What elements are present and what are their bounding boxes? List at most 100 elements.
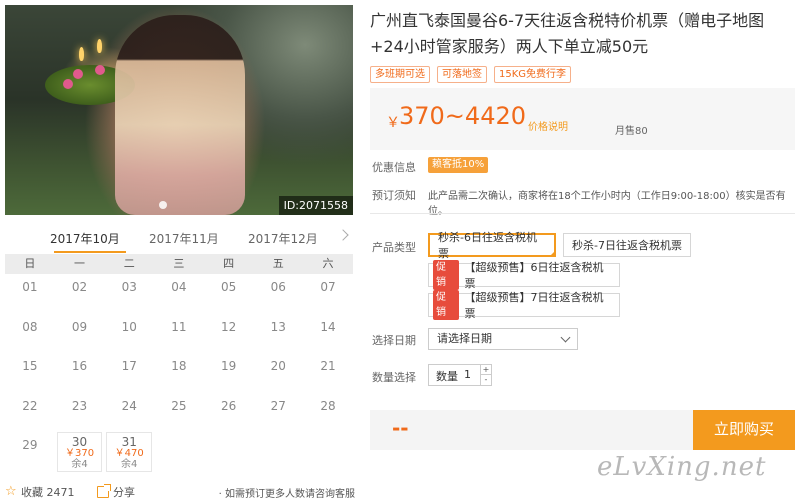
calendar-day: 26 [220,398,237,413]
tab-month-nov[interactable]: 2017年11月 [149,230,219,247]
calendar-day: 17 [121,359,137,373]
option-label: 【超级预售】7日往返含税机票 [464,291,604,320]
favorite-button[interactable]: ☆ 收藏 2471 [5,484,75,500]
calendar-day: 03 [121,280,137,294]
calendar-weekdays: 日 一 二 三 四 五 六 [5,254,353,274]
total-price: -- [392,416,409,440]
calendar-day: 14 [320,319,336,334]
calendar-day: 28 [320,398,336,413]
day-number: 31 [121,435,137,449]
weekday-label: 六 [322,257,334,270]
photo-flower [63,79,73,89]
product-tags: 多班期可选 可落地签 15KG免费行李 [370,66,572,83]
price-explain-link[interactable]: 价格说明 [528,118,568,133]
promo-label: 优惠信息 [372,161,416,174]
bottom-actions: ☆ 收藏 2471 分享 · 如需预订更多人数请咨询客服 [5,482,355,500]
day-remaining: 余4 [71,459,88,470]
decrement-button[interactable]: - [480,375,491,385]
tag-free-luggage: 15KG免费行李 [494,66,572,83]
tag-visa-on-arrival: 可落地签 [437,66,487,83]
calendar-day: 23 [71,398,88,413]
promo-badge: 赖客抵10% [428,157,489,173]
photo-id-label: ID:2071558 [278,196,353,215]
calendar-day: 09 [71,319,88,334]
calendar-day: 11 [171,319,187,334]
calendar-day: 12 [220,319,237,334]
tag-multi-schedule: 多班期可选 [370,66,430,83]
calendar-day: 13 [270,319,286,334]
calendar-day-available[interactable]: 30 ￥370 余4 [55,432,105,472]
calendar-day: 24 [121,398,137,413]
calendar-day-available[interactable]: 31 ￥470 余4 [104,432,154,472]
calendar-day: 15 [22,359,38,373]
tab-month-dec[interactable]: 2017年12月 [248,230,318,247]
notice-label: 预订须知 [372,189,416,202]
active-month-underline [54,251,126,253]
photo-figure [115,15,245,215]
consult-note: · 如需预订更多人数请咨询客服 [218,489,355,500]
calendar-day: 07 [320,280,336,294]
carousel-dot[interactable] [159,201,167,209]
quantity-field-label: 数量 [436,370,458,383]
share-label: 分享 [113,486,135,499]
calendar-day: 19 [220,359,237,373]
calendar-day: 21 [320,359,336,373]
calendar-day: 22 [22,398,38,413]
calendar-days: 01 02 03 04 05 06 07 08 09 10 11 12 13 14 15 16 17 18 19 20… [5,274,353,472]
calendar-day: 20 [270,359,286,373]
monthly-sales: 月售80 [615,126,648,137]
price-range: 370~4420 [399,102,526,130]
sale-badge: 促销 [433,260,459,290]
share-button[interactable]: 分享 [97,484,135,500]
photo-flower [73,69,83,79]
date-label: 选择日期 [372,334,416,347]
day-price: ￥470 [114,448,144,459]
weekday-label: 二 [123,257,135,270]
day-number: 30 [71,435,88,449]
product-photo: ID:2071558 [5,5,353,215]
site-watermark: eLvXing.net [597,452,767,482]
calendar-day: 25 [171,398,187,413]
quantity-value[interactable]: 1 [464,368,471,381]
calendar-day: 01 [22,280,38,294]
quantity-stepper[interactable]: 数量 1 + - [428,364,492,386]
calendar-day: 06 [270,280,286,294]
sale-badge: 促销 [433,290,459,320]
favorite-count: 收藏 2471 [21,486,75,499]
calendar-day: 18 [171,359,187,373]
option-flash-6day[interactable]: 秒杀-6日往返含税机票 [428,231,556,260]
calendar-day: 16 [71,359,88,373]
option-presale-7day[interactable]: 促销 【超级预售】7日往返含税机票 [428,290,620,320]
weekday-label: 一 [74,257,86,270]
calendar-day: 10 [121,319,137,334]
calendar-day: 04 [171,280,187,294]
weekday-label: 五 [272,257,284,270]
calendar-month-tabs: 2017年10月 2017年11月 2017年12月 [5,222,353,254]
product-type-label: 产品类型 [372,241,416,254]
day-remaining: 余4 [121,459,138,470]
product-title: 广州直飞泰国曼谷6-7天往返含税特价机票（赠电子地图+24小时管家服务）两人下单… [370,11,765,56]
currency-symbol: ￥ [386,115,400,131]
photo-flower [95,65,105,75]
chevron-right-icon[interactable] [339,228,351,240]
increment-button[interactable]: + [480,365,491,375]
chevron-down-icon [560,332,571,343]
date-select[interactable]: 请选择日期 [428,328,578,350]
weekday-label: 四 [223,257,235,270]
day-price: ￥370 [64,448,95,459]
photo-candle-flame [97,39,102,53]
tab-month-oct[interactable]: 2017年10月 [50,230,120,247]
star-icon: ☆ [5,484,17,499]
option-presale-6day[interactable]: 促销 【超级预售】6日往返含税机票 [428,260,620,290]
divider [370,213,795,214]
quantity-label: 数量选择 [372,371,416,384]
calendar-day: 27 [270,398,286,413]
photo-candle-flame [79,47,84,61]
calendar-day: 02 [71,280,88,294]
option-label: 【超级预售】6日往返含税机票 [464,261,604,290]
buy-now-button[interactable]: 立即购买 [693,410,795,450]
weekday-label: 日 [24,257,36,270]
calendar-day: 29 [22,438,38,452]
option-flash-7day[interactable]: 秒杀-7日往返含税机票 [563,233,691,257]
calendar-day: 08 [22,319,38,334]
